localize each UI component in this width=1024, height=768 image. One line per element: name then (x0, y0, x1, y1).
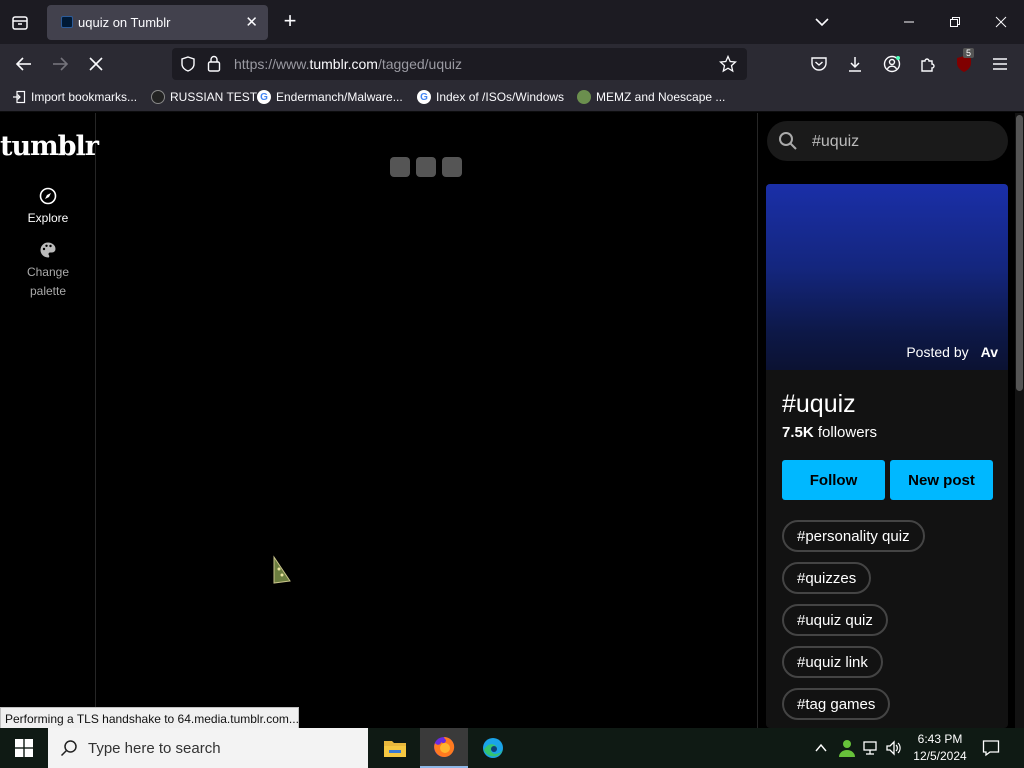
google-icon: G (417, 90, 431, 104)
google-icon: G (257, 90, 271, 104)
posted-by[interactable]: Posted by Av (906, 344, 998, 360)
page-scrollbar[interactable] (1015, 113, 1024, 728)
left-navigation: tumblr Explore Change palette (0, 113, 99, 728)
url-text: https://www.tumblr.com/tagged/uquiz (234, 56, 463, 72)
loading-indicator (390, 157, 462, 177)
file-explorer-icon[interactable] (371, 728, 419, 768)
forward-arrow-icon[interactable] (46, 50, 74, 78)
tab-title: uquiz on Tumblr (78, 15, 171, 30)
tag-title: #uquiz (782, 390, 856, 418)
taskbar-search-input[interactable]: Type here to search (48, 728, 368, 768)
loading-dot (442, 157, 462, 177)
active-tab[interactable]: uquiz on Tumblr ✕ (47, 5, 268, 40)
follow-button[interactable]: Follow (782, 460, 885, 500)
browser-tab-bar: uquiz on Tumblr ✕ + (0, 0, 1024, 44)
followers-count: 7.5K followers (782, 424, 878, 441)
posted-by-avatar: Av (980, 344, 998, 360)
show-hidden-icons-chevron-icon[interactable] (813, 740, 829, 761)
hamburger-menu-icon[interactable] (986, 50, 1014, 78)
restore-icon[interactable] (932, 0, 978, 44)
palette-icon (0, 241, 96, 263)
bookmark-endermanch[interactable]: G Endermanch/Malware... (257, 90, 403, 104)
site-globe-icon (577, 90, 591, 104)
related-tag-chip[interactable]: #uquiz quiz (782, 604, 888, 636)
bookmark-russian-test[interactable]: RUSSIAN TEST (151, 90, 257, 104)
browser-navigation-bar: https://www.tumblr.com/tagged/uquiz 5 (0, 44, 1024, 84)
pocket-icon[interactable] (805, 50, 833, 78)
network-icon[interactable] (862, 739, 880, 762)
address-bar[interactable]: https://www.tumblr.com/tagged/uquiz (172, 48, 747, 80)
close-window-icon[interactable] (978, 0, 1024, 44)
related-tag-chip[interactable]: #tag games (782, 688, 891, 720)
bookmark-import[interactable]: Import bookmarks... (12, 90, 137, 104)
people-tray-icon[interactable] (837, 738, 857, 763)
tracking-protection-shield-icon[interactable] (180, 56, 196, 77)
edge-icon[interactable] (469, 728, 517, 768)
tab-list-icon[interactable] (6, 9, 34, 37)
compass-icon (0, 187, 96, 209)
nav-explore-label: Explore (27, 211, 69, 225)
search-icon (60, 739, 78, 762)
taskbar-search-placeholder: Type here to search (88, 740, 221, 757)
status-text: Performing a TLS handshake to 64.media.t… (0, 707, 299, 729)
extensions-puzzle-icon[interactable] (914, 50, 942, 78)
tumblr-favicon-icon (61, 16, 73, 28)
account-icon[interactable] (878, 50, 906, 78)
tab-close-icon[interactable]: ✕ (245, 13, 258, 31)
padlock-icon[interactable] (207, 55, 221, 77)
right-sidebar: #uquiz Posted by Av #uquiz 7.5K followers… (757, 113, 1015, 728)
tag-header-image: Posted by Av (766, 184, 1008, 370)
nav-change-palette-label-line2: palette (29, 284, 67, 298)
related-tag-chip[interactable]: #uquiz link (782, 646, 883, 678)
import-icon (13, 90, 26, 104)
clock-date: 12/5/2024 (913, 749, 967, 763)
loading-dot (390, 157, 410, 177)
volume-icon[interactable] (885, 739, 903, 762)
nav-change-palette[interactable]: Change palette (0, 241, 96, 301)
new-tab-button[interactable]: + (278, 10, 302, 34)
windows-start-icon[interactable] (0, 728, 48, 768)
tumblr-logo[interactable]: tumblr (0, 131, 99, 162)
extension-badge-count: 5 (963, 48, 975, 58)
tumblr-page: tumblr Explore Change palette #uquiz Pos… (0, 113, 1024, 728)
new-post-button[interactable]: New post (890, 460, 993, 500)
bookmark-isos-windows[interactable]: G Index of /ISOs/Windows (417, 90, 564, 104)
scrollbar-thumb[interactable] (1016, 115, 1023, 391)
firefox-icon[interactable] (420, 728, 468, 768)
bookmark-star-icon[interactable] (718, 54, 738, 78)
search-input[interactable]: #uquiz (767, 121, 1008, 161)
minimize-icon[interactable] (886, 0, 932, 44)
nav-explore[interactable]: Explore (0, 187, 96, 228)
loading-dot (416, 157, 436, 177)
back-arrow-icon[interactable] (10, 50, 38, 78)
windows-taskbar: Type here to search 6:43 PM 12/5/2024 (0, 728, 1024, 768)
bookmarks-toolbar: Import bookmarks... RUSSIAN TEST G Ender… (0, 84, 1024, 112)
related-tag-chip[interactable]: #quizzes (782, 562, 872, 594)
list-all-tabs-chevron-icon[interactable] (812, 12, 832, 37)
downloads-icon[interactable] (841, 50, 869, 78)
system-clock[interactable]: 6:43 PM 12/5/2024 (905, 731, 975, 765)
notifications-icon[interactable] (982, 739, 1000, 762)
nav-change-palette-label-line1: Change (26, 265, 70, 279)
clock-time: 6:43 PM (917, 732, 963, 746)
tag-card: Posted by Av #uquiz 7.5K followers Follow… (766, 184, 1008, 728)
github-icon (151, 90, 165, 104)
stop-loading-icon[interactable] (82, 50, 110, 78)
cursor-icon (270, 555, 294, 590)
search-icon (778, 131, 798, 156)
bookmark-memz[interactable]: MEMZ and Noescape ... (577, 90, 725, 104)
search-input-value: #uquiz (812, 133, 860, 150)
window-controls (886, 0, 1024, 44)
ublock-shield-icon[interactable]: 5 (950, 48, 978, 78)
related-tag-chip[interactable]: #personality quiz (782, 520, 925, 552)
